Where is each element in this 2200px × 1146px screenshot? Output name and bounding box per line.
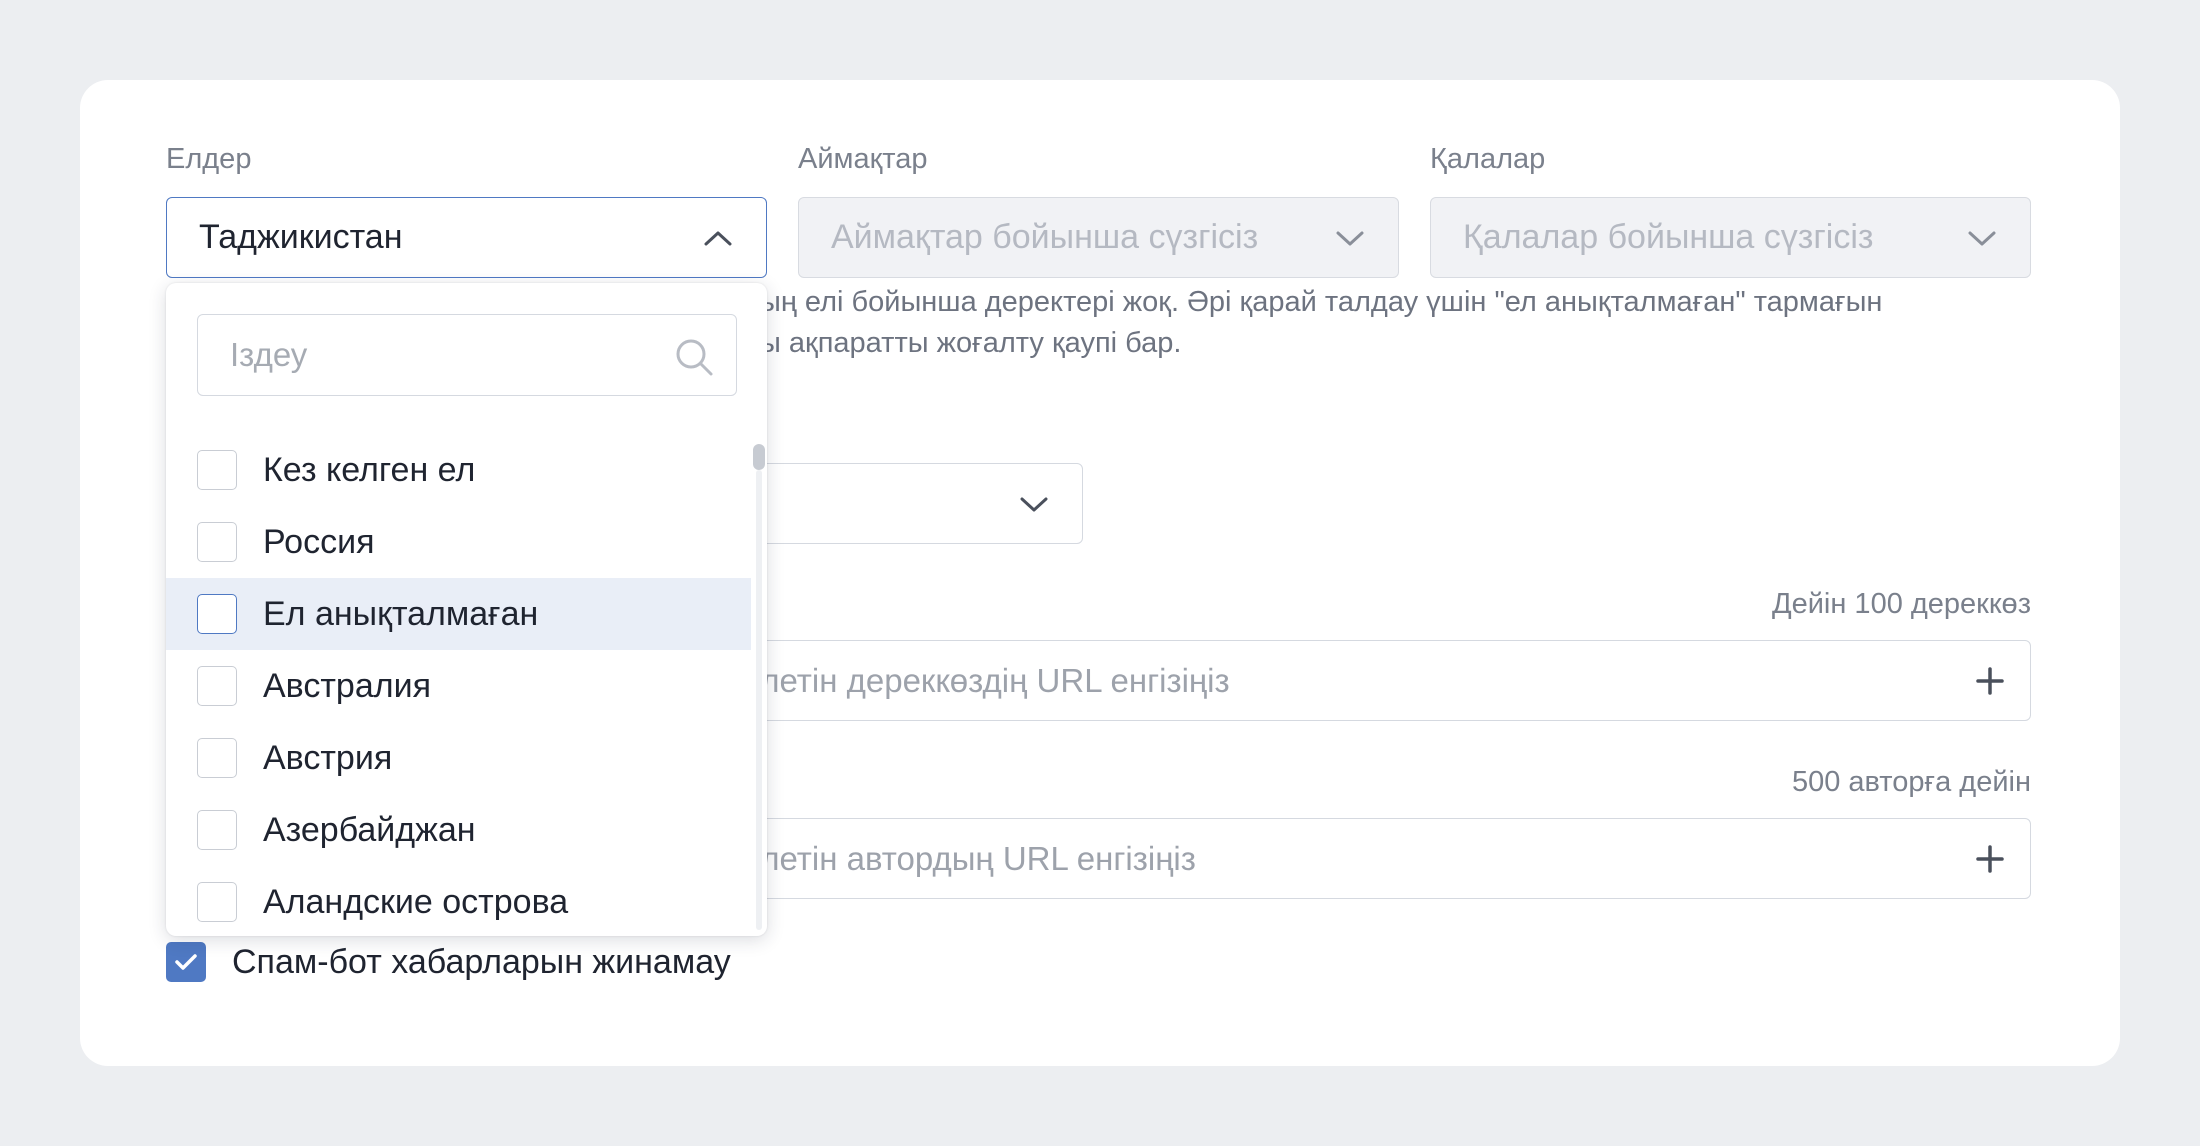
cities-placeholder: Қалалар бойынша сүзгісіз [1463,218,1874,256]
option-label: Ел анықталмаған [263,594,539,633]
helper-text-line1: ың елі бойынша деректері жоқ. Әрі қарай … [760,286,1883,318]
chevron-down-icon [1968,231,1996,245]
option-label: Аландские острова [263,882,569,921]
scrollbar-track[interactable] [756,470,762,930]
sources-limit: Дейін 100 дереккөз [1771,588,2031,620]
cities-select[interactable]: Қалалар бойынша сүзгісіз [1430,197,2031,278]
option-aland-islands[interactable]: Аландские острова [166,866,751,936]
add-author-plus-icon[interactable] [1974,843,2006,875]
dropdown-options-list: Кез келген ел Россия Ел анықталмаған Авс… [166,434,751,936]
option-checkbox[interactable] [197,594,237,634]
option-checkbox[interactable] [197,738,237,778]
checkmark-icon [175,954,197,970]
option-checkbox[interactable] [197,522,237,562]
chevron-down-icon [1336,231,1364,245]
option-checkbox[interactable] [197,882,237,922]
option-label: Австрия [263,738,393,777]
dropdown-search-input[interactable]: Іздеу [197,314,737,396]
search-icon [676,339,713,376]
option-checkbox[interactable] [197,666,237,706]
countries-dropdown: Іздеу Кез келген ел Россия Ел анықталмағ… [166,283,767,936]
option-label: Азербайджан [263,810,476,849]
option-label: Россия [263,522,375,561]
add-source-plus-icon[interactable] [1974,665,2006,697]
sources-url-placeholder: елетін дереккөздің URL енгізіңіз [743,661,1230,699]
dropdown-search-placeholder: Іздеу [230,336,308,373]
spam-filter-option[interactable]: Спам-бот хабарларын жинамау [166,942,731,982]
regions-placeholder: Аймақтар бойынша сүзгісіз [831,218,1259,256]
spam-checkbox[interactable] [166,942,206,982]
regions-select[interactable]: Аймақтар бойынша сүзгісіз [798,197,1399,278]
dropdown-scrollbar[interactable] [751,434,767,934]
spam-label: Спам-бот хабарларын жинамау [232,942,731,981]
cities-label: Қалалар [1430,143,1546,175]
option-any-country[interactable]: Кез келген ел [166,434,751,506]
option-checkbox[interactable] [197,810,237,850]
option-australia[interactable]: Австралия [166,650,751,722]
option-label: Австралия [263,666,431,705]
countries-select[interactable]: Таджикистан [166,197,767,278]
regions-label: Аймақтар [798,143,928,175]
authors-url-placeholder: елетін автордың URL енгізіңіз [743,839,1196,877]
option-label: Кез келген ел [263,450,476,489]
chevron-up-icon [704,231,732,245]
option-russia[interactable]: Россия [166,506,751,578]
option-azerbaijan[interactable]: Азербайджан [166,794,751,866]
chevron-down-icon [1020,497,1048,511]
countries-selected-value: Таджикистан [199,218,403,256]
helper-text-line2: ы ақпаратты жоғалту қаупі бар. [760,327,1182,359]
option-checkbox[interactable] [197,450,237,490]
scrollbar-thumb[interactable] [753,444,765,470]
option-country-undefined[interactable]: Ел анықталмаған [166,578,751,650]
countries-label: Елдер [166,143,252,175]
authors-limit: 500 авторға дейін [1791,766,2031,798]
option-austria[interactable]: Австрия [166,722,751,794]
